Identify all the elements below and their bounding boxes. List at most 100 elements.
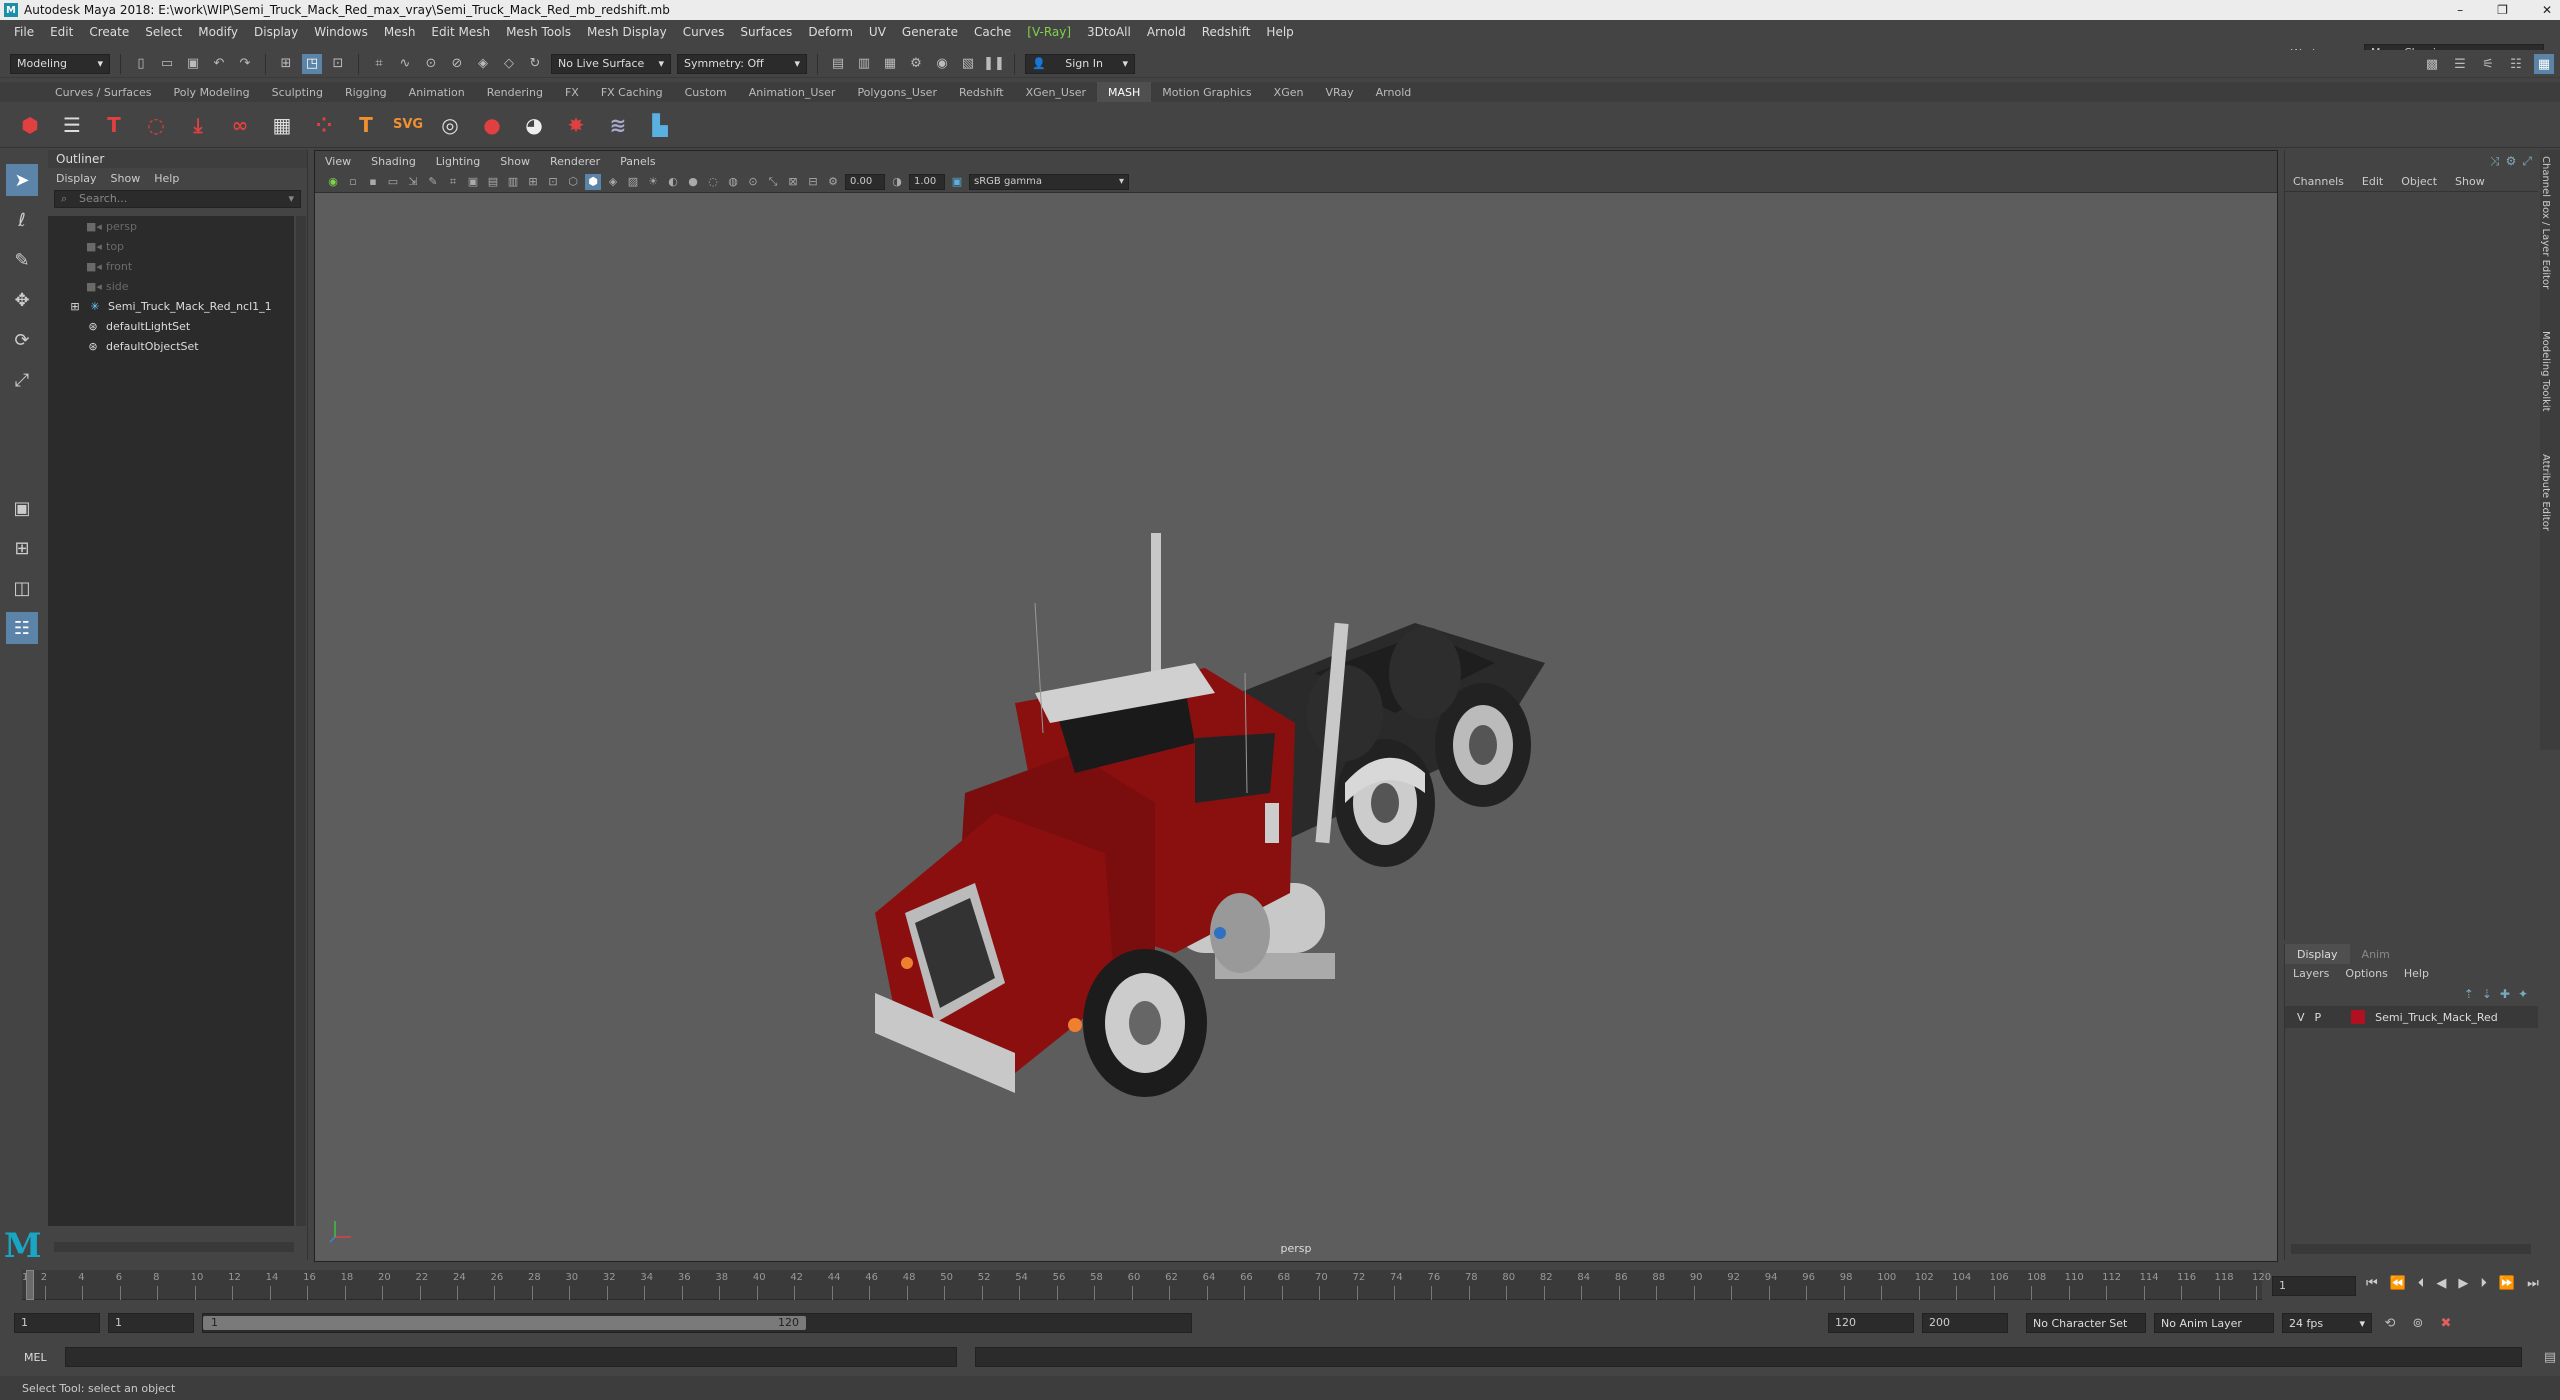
gate-mask-icon[interactable]: ▥ [505, 174, 521, 190]
shelf-tab-animation-user[interactable]: Animation_User [738, 82, 847, 102]
toggle-modeling-toolkit-icon[interactable]: ▩ [2422, 54, 2442, 74]
snap-grid-icon[interactable]: ⌗ [369, 54, 389, 74]
xray-components-icon[interactable]: ⊟ [805, 174, 821, 190]
play-backwards-icon[interactable]: ◀ [2436, 1276, 2446, 1291]
ipr-render-icon[interactable]: ▦ [880, 54, 900, 74]
select-tool-icon[interactable]: ➤ [6, 164, 38, 196]
gamma-field[interactable]: 1.00 [909, 173, 945, 190]
mash-explode-icon[interactable]: ✸ [562, 111, 590, 139]
grease-pencil-icon[interactable]: ✎ [425, 174, 441, 190]
mash-cache-icon[interactable]: ▙ [646, 111, 674, 139]
snap-view-icon[interactable]: ⊘ [447, 54, 467, 74]
channel-box-toggle-icon[interactable]: ⤢ [2522, 154, 2532, 169]
viewport-menu-panels[interactable]: Panels [620, 155, 655, 168]
toggle-channel-box-icon[interactable]: ☷ [2506, 54, 2526, 74]
shelf-tab-xgen[interactable]: XGen [1263, 82, 1315, 102]
open-scene-icon[interactable]: ▭ [157, 54, 177, 74]
time-ruler[interactable]: 1246810121416182022242628303234363840424… [22, 1270, 2271, 1300]
outliner-menu-help[interactable]: Help [154, 172, 179, 185]
shelf-tab-xgen-user[interactable]: XGen_User [1015, 82, 1097, 102]
side-tab-channel-box[interactable]: Channel Box / Layer Editor [2540, 150, 2551, 295]
shelf-tab-redshift[interactable]: Redshift [948, 82, 1015, 102]
channel-box-pin-icon[interactable]: ⤨ [2490, 154, 2500, 169]
shelf-tab-arnold[interactable]: Arnold [1365, 82, 1423, 102]
shelf-tab-polygons-user[interactable]: Polygons_User [846, 82, 948, 102]
live-surface-dropdown[interactable]: No Live Surface ▾ [551, 53, 671, 74]
start-time-field[interactable]: 1 [14, 1313, 100, 1333]
outliner-item-front[interactable]: ■◂ front [48, 256, 294, 276]
current-time-indicator[interactable] [26, 1270, 34, 1300]
new-empty-layer-icon[interactable]: ✚ [2500, 987, 2510, 1001]
mash-curve-icon[interactable]: ◌ [142, 111, 170, 139]
channel-box-menu-show[interactable]: Show [2455, 175, 2485, 188]
shadows-icon[interactable]: ◐ [665, 174, 681, 190]
script-language-toggle[interactable]: MEL [24, 1351, 47, 1364]
camera-select-icon[interactable]: ◉ [325, 174, 341, 190]
xray-joints-icon[interactable]: ⊠ [785, 174, 801, 190]
menu-windows[interactable]: Windows [306, 25, 376, 39]
toggle-layer-editor-icon[interactable]: ▦ [2534, 54, 2554, 74]
menu-vray[interactable]: [V-Ray] [1019, 25, 1079, 39]
layer-visibility-toggle[interactable]: V [2297, 1011, 2305, 1024]
menu-select[interactable]: Select [137, 25, 190, 39]
menuset-dropdown[interactable]: Modeling ▾ [10, 53, 110, 74]
shelf-tab-curves-surfaces[interactable]: Curves / Surfaces [44, 82, 163, 102]
outliner-horizontal-scrollbar[interactable] [54, 1242, 294, 1252]
shelf-tab-fx-caching[interactable]: FX Caching [590, 82, 674, 102]
xray-icon[interactable]: ⤡ [765, 174, 781, 190]
pause-icon[interactable]: ❚❚ [983, 54, 1005, 74]
motion-blur-icon[interactable]: ◌ [705, 174, 721, 190]
mash-flight-icon[interactable]: ∞ [226, 111, 254, 139]
menu-arnold[interactable]: Arnold [1139, 25, 1194, 39]
range-slider[interactable]: 1 120 [202, 1313, 1192, 1333]
select-hierarchy-icon[interactable]: ⊞ [276, 54, 296, 74]
menu-3dtoall[interactable]: 3DtoAll [1079, 25, 1139, 39]
play-forwards-icon[interactable]: ▶ [2458, 1276, 2468, 1291]
wireframe-on-shaded-icon[interactable]: ◈ [605, 174, 621, 190]
menu-edit-mesh[interactable]: Edit Mesh [423, 25, 498, 39]
hypershade-icon[interactable]: ◉ [932, 54, 952, 74]
new-scene-icon[interactable]: ▯ [131, 54, 151, 74]
2d-pan-zoom-icon[interactable]: ⇲ [405, 174, 421, 190]
snap-live-icon[interactable]: ◇ [499, 54, 519, 74]
safe-action-icon[interactable]: ⊡ [545, 174, 561, 190]
use-all-lights-icon[interactable]: ☀ [645, 174, 661, 190]
redo-icon[interactable]: ↷ [235, 54, 255, 74]
select-object-icon[interactable]: ◳ [302, 53, 322, 74]
channel-box-menu-channels[interactable]: Channels [2293, 175, 2344, 188]
textured-icon[interactable]: ▨ [625, 174, 641, 190]
outliner-vertical-scrollbar[interactable] [296, 216, 306, 1226]
channel-box-menu-edit[interactable]: Edit [2362, 175, 2383, 188]
move-layer-down-icon[interactable]: ⇣ [2482, 987, 2492, 1001]
color-management-icon[interactable]: ▣ [949, 174, 965, 190]
mash-points-icon[interactable]: ⁘ [310, 111, 338, 139]
menu-curves[interactable]: Curves [675, 25, 733, 39]
mash-sphere-icon[interactable]: ● [478, 111, 506, 139]
side-tab-modeling-toolkit[interactable]: Modeling Toolkit [2540, 325, 2551, 418]
mash-outliner-icon[interactable]: ☰ [58, 111, 86, 139]
layer-menu-layers[interactable]: Layers [2293, 967, 2329, 980]
resolution-gate-icon[interactable]: ▤ [485, 174, 501, 190]
menu-mesh-display[interactable]: Mesh Display [579, 25, 675, 39]
undo-icon[interactable]: ↶ [209, 54, 229, 74]
layer-tab-anim[interactable]: Anim [2350, 944, 2402, 964]
fps-dropdown[interactable]: 24 fps ▾ [2282, 1313, 2372, 1333]
menu-deform[interactable]: Deform [800, 25, 861, 39]
exposure-field[interactable]: 0.00 [845, 173, 885, 190]
lasso-tool-icon[interactable]: ℓ [6, 204, 38, 236]
layer-row[interactable]: V P Semi_Truck_Mack_Red [2285, 1006, 2538, 1028]
single-perspective-layout-icon[interactable]: ▣ [6, 492, 38, 524]
menu-generate[interactable]: Generate [894, 25, 966, 39]
view-transform-dropdown[interactable]: sRGB gamma ▾ [969, 173, 1129, 190]
outliner-item-top[interactable]: ■◂ top [48, 236, 294, 256]
move-tool-icon[interactable]: ✥ [6, 284, 38, 316]
close-button[interactable]: ✕ [2542, 3, 2552, 17]
paint-select-tool-icon[interactable]: ✎ [6, 244, 38, 276]
snap-point-icon[interactable]: ⊙ [421, 54, 441, 74]
shelf-tab-sculpting[interactable]: Sculpting [261, 82, 334, 102]
field-chart-icon[interactable]: ⊞ [525, 174, 541, 190]
script-editor-icon[interactable]: ▤ [2540, 1347, 2560, 1367]
scale-tool-icon[interactable]: ⤢ [6, 364, 38, 396]
outliner-item-default-object-set[interactable]: ⊛ defaultObjectSet [48, 336, 294, 356]
mash-network-icon[interactable]: ⬢ [16, 111, 44, 139]
